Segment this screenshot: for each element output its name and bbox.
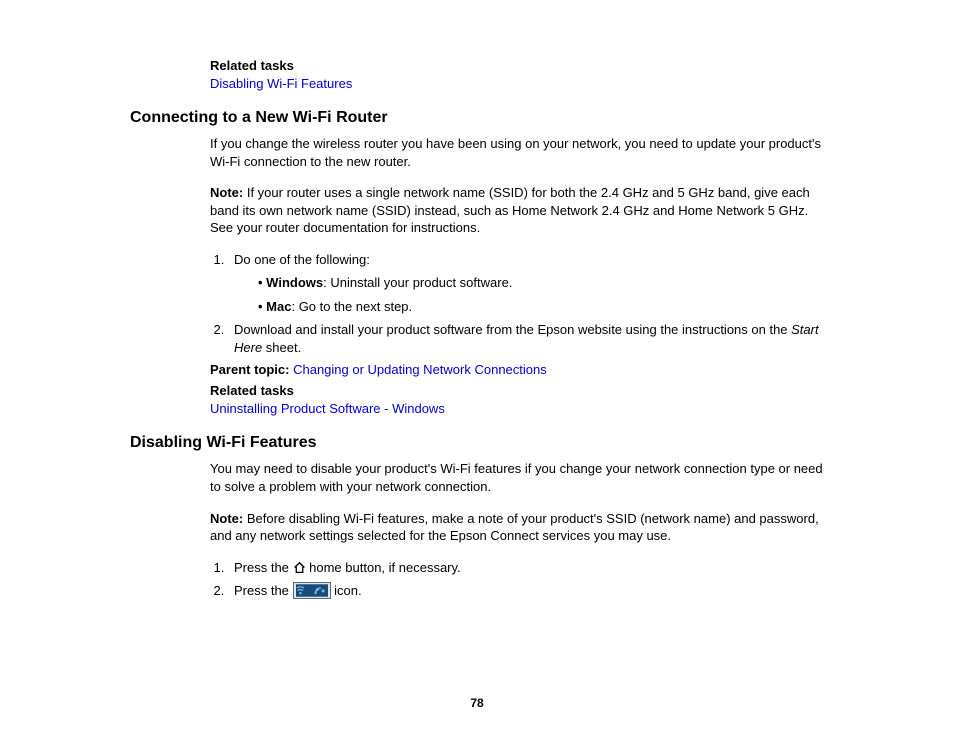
step-2: Download and install your product softwa… [228,321,824,356]
bullet-windows-rest: : Uninstall your product software. [323,275,512,290]
step-2a-2: Press the [234,583,293,598]
home-icon [293,561,306,574]
step-1-intro: Do one of the following: [234,252,370,267]
bullet-windows-bold: Windows [266,275,323,290]
related-tasks-heading: Related tasks [210,58,824,73]
bullet-mac: Mac: Go to the next step. [252,298,824,316]
step-2-wifi: Press the icon. [228,582,824,600]
link-disabling-wifi[interactable]: Disabling Wi-Fi Features [210,76,352,91]
steps-list: Do one of the following: Windows: Uninst… [210,251,824,357]
section-connecting-body: If you change the wireless router you ha… [210,135,824,416]
intro-paragraph-2: You may need to disable your product's W… [210,460,824,495]
note-paragraph: Note: If your router uses a single netwo… [210,184,824,237]
intro-paragraph: If you change the wireless router you ha… [210,135,824,170]
bullet-windows: Windows: Uninstall your product software… [252,274,824,292]
step-2b-2: icon. [331,583,362,598]
document-page: Related tasks Disabling Wi-Fi Features C… [0,0,954,738]
note-label: Note: [210,185,243,200]
note-label-2: Note: [210,511,243,526]
link-parent-topic[interactable]: Changing or Updating Network Connections [293,362,547,377]
wifi-icon [293,582,331,599]
link-uninstall-windows[interactable]: Uninstalling Product Software - Windows [210,401,445,416]
page-number: 78 [0,696,954,710]
step-2b: sheet. [262,340,301,355]
note-paragraph-2: Note: Before disabling Wi-Fi features, m… [210,510,824,545]
note-body: If your router uses a single network nam… [210,185,810,235]
heading-connecting-router: Connecting to a New Wi-Fi Router [130,109,824,127]
parent-topic-label: Parent topic: [210,362,289,377]
section-disabling-body: You may need to disable your product's W… [210,460,824,600]
parent-topic-line: Parent topic: Changing or Updating Netwo… [210,362,824,377]
bullet-mac-bold: Mac [266,299,291,314]
note-body-2: Before disabling Wi-Fi features, make a … [210,511,819,544]
step-1a: Press the [234,560,293,575]
heading-disabling-wifi: Disabling Wi-Fi Features [130,434,824,452]
sub-bullets: Windows: Uninstall your product software… [252,274,824,315]
step-2a: Download and install your product softwa… [234,322,791,337]
related-tasks-block-top: Related tasks Disabling Wi-Fi Features [210,58,824,91]
related-tasks-heading-2: Related tasks [210,383,824,398]
step-1: Do one of the following: Windows: Uninst… [228,251,824,316]
bullet-mac-rest: : Go to the next step. [291,299,412,314]
step-1b: home button, if necessary. [306,560,461,575]
step-1-home: Press the home button, if necessary. [228,559,824,577]
steps-list-2: Press the home button, if necessary. Pre… [210,559,824,601]
